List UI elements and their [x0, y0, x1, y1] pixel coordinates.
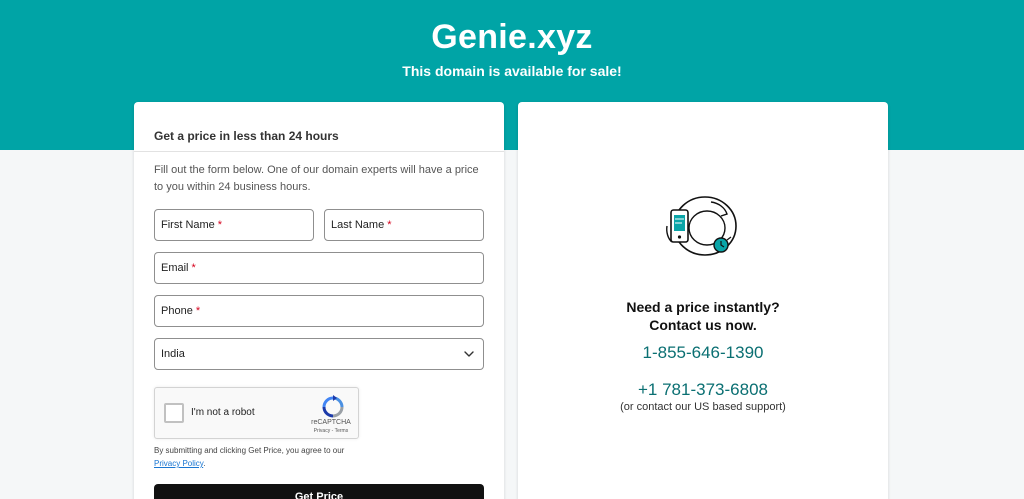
recaptcha-privacy-link[interactable]: Privacy: [314, 428, 330, 434]
form-title: Get a price in less than 24 hours: [154, 129, 339, 143]
recaptcha-link-separator: -: [331, 428, 334, 434]
required-marker: *: [195, 305, 201, 317]
get-price-button[interactable]: Get Price: [154, 484, 484, 499]
consent-message: By submitting and clicking Get Price, yo…: [154, 446, 345, 455]
required-marker: *: [191, 262, 196, 274]
contact-heading-line1: Need a price instantly?: [626, 299, 780, 315]
phone-link-primary[interactable]: 1-855-646-1390: [518, 343, 888, 363]
country-value: India: [161, 348, 185, 360]
phone-field[interactable]: Phone *: [154, 295, 484, 327]
phone-placeholder: Phone: [161, 305, 193, 317]
required-marker: *: [217, 219, 223, 231]
first-name-field[interactable]: First Name *: [154, 209, 314, 241]
email-placeholder: Email: [161, 262, 189, 274]
sale-tagline: This domain is available for sale!: [402, 63, 622, 79]
recaptcha-widget: I'm not a robot reCAPTCHA Privacy - Term…: [154, 387, 359, 439]
first-name-placeholder: First Name: [161, 219, 215, 231]
phone-clock-illustration: [666, 196, 737, 256]
consent-text: By submitting and clicking Get Price, yo…: [154, 444, 394, 470]
contact-heading: Need a price instantly? Contact us now.: [518, 299, 888, 334]
required-marker: *: [387, 219, 392, 231]
captcha-checkbox[interactable]: [164, 403, 184, 423]
support-note: (or contact our US based support): [620, 401, 786, 413]
recaptcha-links: Privacy - Terms: [293, 428, 369, 434]
recaptcha-logo-icon: [322, 395, 344, 418]
contact-card: Need a price instantly? Contact us now. …: [518, 102, 888, 499]
captcha-label: I'm not a robot: [191, 407, 255, 418]
domain-name: Genie.xyz: [431, 18, 593, 56]
privacy-policy-link[interactable]: Privacy Policy: [154, 459, 203, 468]
email-field[interactable]: Email *: [154, 252, 484, 284]
country-select[interactable]: India: [154, 338, 484, 370]
chevron-down-icon: [464, 351, 474, 357]
price-form-card: Get a price in less than 24 hours Fill o…: [134, 102, 504, 499]
form-divider: [134, 151, 504, 152]
form-description: Fill out the form below. One of our doma…: [154, 164, 479, 193]
contact-heading-line2: Contact us now.: [649, 316, 757, 333]
recaptcha-brand: reCAPTCHA: [311, 419, 351, 426]
last-name-placeholder: Last Name: [331, 219, 385, 231]
phone-link-secondary[interactable]: +1 781-373-6808: [518, 380, 888, 400]
recaptcha-terms-link[interactable]: Terms: [335, 428, 349, 434]
consent-end: .: [203, 459, 206, 468]
last-name-field[interactable]: Last Name *: [324, 209, 484, 241]
